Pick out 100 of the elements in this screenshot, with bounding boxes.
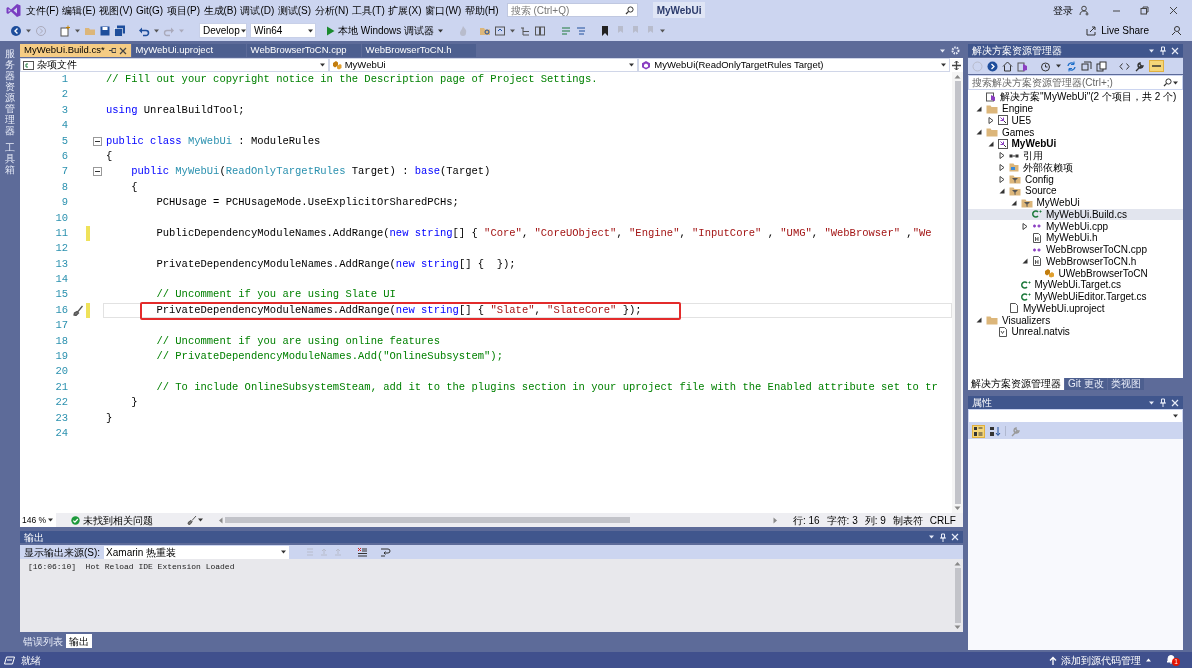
expanded-arrow-icon[interactable]: [976, 129, 982, 136]
caret-icon[interactable]: [318, 62, 326, 68]
caret-icon[interactable]: [940, 62, 947, 68]
panel-tab[interactable]: 类视图: [1107, 378, 1144, 390]
navigation-dropdown[interactable]: 杂项文件: [20, 58, 329, 72]
code-icon[interactable]: [1119, 60, 1130, 72]
collapsed-arrow-icon[interactable]: [999, 152, 1005, 160]
window-icon[interactable]: [494, 24, 507, 37]
forward-icon[interactable]: [987, 60, 998, 72]
expanded-arrow-icon[interactable]: [999, 187, 1005, 194]
tree-item[interactable]: MyWebUi: [968, 196, 1183, 209]
new-item-icon[interactable]: [59, 24, 71, 37]
menu-item[interactable]: 测试(S): [277, 2, 312, 18]
document-tab[interactable]: MyWebUi.Build.cs*: [20, 44, 131, 57]
pin-icon[interactable]: [1159, 46, 1167, 55]
collapsed-arrow-icon[interactable]: [1022, 222, 1028, 230]
scroll-down-icon[interactable]: [954, 625, 961, 630]
collapse-icon[interactable]: [93, 136, 102, 146]
close-icon[interactable]: [118, 46, 127, 55]
navigation-dropdown[interactable]: MyWebUi(ReadOnlyTargetRules Target): [638, 58, 950, 72]
scroll-up-icon[interactable]: [954, 74, 961, 79]
sign-in-link[interactable]: 登录: [1053, 2, 1073, 18]
panel-tab[interactable]: 错误列表: [20, 634, 66, 648]
scrollbar-thumb[interactable]: [225, 517, 631, 523]
side-tab[interactable]: 服务器资源管理器: [5, 48, 15, 136]
menu-item[interactable]: 生成(B): [203, 2, 237, 18]
tree-item[interactable]: Source: [968, 185, 1183, 197]
configuration-dropdown[interactable]: Develop: [199, 23, 247, 38]
document-tab[interactable]: WebBrowserToCN.h: [361, 44, 476, 57]
caret-icon[interactable]: [1172, 79, 1179, 86]
tree-item[interactable]: MyWebUi: [968, 138, 1183, 150]
tree-item[interactable]: 外部依赖项: [968, 161, 1183, 174]
pin-icon[interactable]: [1159, 398, 1167, 407]
tree-item[interactable]: WebBrowserToCN.cpp: [968, 243, 1183, 256]
gear-icon[interactable]: [951, 46, 960, 55]
tree-item[interactable]: 引用: [968, 149, 1183, 162]
scrollbar-thumb[interactable]: [954, 81, 961, 504]
tree-item[interactable]: MyWebUi.Build.cs: [968, 208, 1183, 221]
collapsed-arrow-icon[interactable]: [999, 163, 1005, 171]
expanded-arrow-icon[interactable]: [987, 140, 994, 147]
caret-icon[interactable]: [437, 27, 445, 34]
panel-tab[interactable]: 解决方案资源管理器: [968, 378, 1064, 390]
collapse-all-icon[interactable]: [1081, 60, 1092, 72]
user-icon[interactable]: [1079, 4, 1090, 16]
back-icon[interactable]: [10, 24, 22, 37]
search-field[interactable]: 搜索 (Ctrl+Q): [506, 3, 638, 17]
tree-item[interactable]: UE5: [968, 114, 1183, 127]
menu-item[interactable]: 调试(D): [240, 2, 275, 18]
tree-item[interactable]: MyWebUi.Target.cs: [968, 279, 1183, 291]
list-icon[interactable]: [519, 24, 532, 37]
caret-icon[interactable]: [628, 62, 636, 68]
menu-item[interactable]: 工具(T): [352, 2, 385, 18]
switch-views-icon[interactable]: [1017, 60, 1028, 72]
collapsed-arrow-icon[interactable]: [987, 116, 994, 124]
expanded-arrow-icon[interactable]: [976, 317, 982, 324]
menu-item[interactable]: 窗口(W): [425, 2, 462, 18]
tree-item[interactable]: Config: [968, 173, 1183, 185]
save-icon[interactable]: [99, 24, 111, 37]
expanded-arrow-icon[interactable]: [976, 105, 982, 112]
start-debugging-button[interactable]: 本地 Windows 调试器: [325, 23, 446, 38]
menu-item[interactable]: 帮助(H): [464, 2, 499, 18]
history-icon[interactable]: [1040, 60, 1051, 72]
panel-tab[interactable]: Git 更改: [1065, 378, 1107, 390]
alphabetical-icon[interactable]: [989, 425, 1001, 437]
tree-item[interactable]: MyWebUi.cpp: [968, 220, 1183, 232]
sync-icon[interactable]: [1066, 60, 1077, 72]
caret-icon[interactable]: [1148, 399, 1155, 406]
scroll-right-icon[interactable]: [772, 516, 778, 524]
tree-item[interactable]: UWebBrowserToCN: [968, 267, 1183, 279]
tree-item[interactable]: MyWebUiEditor.Target.cs: [968, 290, 1183, 303]
categorized-icon[interactable]: [973, 425, 984, 437]
tree-item[interactable]: WebBrowserToCN.h: [968, 255, 1183, 268]
source-control-button[interactable]: 添加到源代码管理: [1047, 652, 1154, 668]
clear-all-icon[interactable]: [357, 547, 369, 557]
menu-item[interactable]: 项目(P): [166, 2, 201, 18]
scroll-up-icon[interactable]: [954, 561, 961, 566]
tree-item[interactable]: Engine: [968, 102, 1183, 115]
tree-item[interactable]: Games: [968, 126, 1183, 138]
word-wrap-icon[interactable]: [380, 547, 392, 557]
pin-icon[interactable]: [107, 46, 116, 55]
scrollbar-thumb[interactable]: [954, 568, 961, 623]
caret-icon[interactable]: [1172, 413, 1179, 419]
issues-status[interactable]: 未找到相关问题: [83, 512, 154, 528]
tree-item[interactable]: Unreal.natvis: [968, 326, 1183, 338]
close-icon[interactable]: [1169, 5, 1178, 15]
copy-icon[interactable]: [1096, 60, 1107, 72]
search-input[interactable]: 搜索 (Ctrl+Q): [510, 2, 621, 18]
caret-icon[interactable]: [197, 517, 205, 523]
menu-item[interactable]: Git(G): [135, 2, 164, 18]
cursor-line[interactable]: 行: 16: [792, 512, 820, 528]
brush-icon[interactable]: [73, 304, 84, 316]
caret-icon[interactable]: [280, 549, 288, 555]
panel-tab[interactable]: 输出: [66, 634, 92, 648]
document-tab[interactable]: MyWebUi.uproject: [131, 44, 246, 57]
caret-icon[interactable]: [239, 27, 247, 34]
scroll-left-icon[interactable]: [217, 516, 223, 524]
tree-item[interactable]: MyWebUi.h: [968, 232, 1183, 244]
caret-icon[interactable]: [1055, 63, 1062, 69]
expanded-arrow-icon[interactable]: [1022, 258, 1028, 265]
platform-dropdown[interactable]: Win64: [250, 23, 316, 38]
